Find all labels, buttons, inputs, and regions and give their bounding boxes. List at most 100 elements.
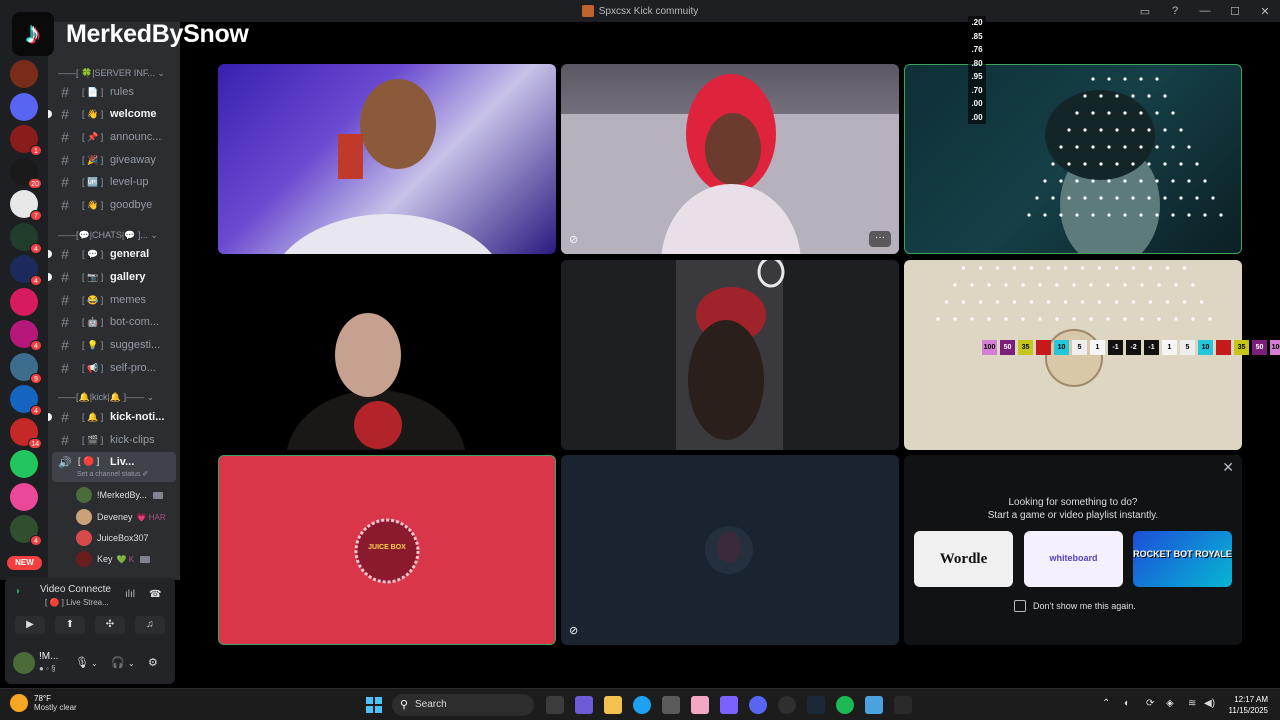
noise-suppression-icon[interactable]: ılıl (125, 589, 135, 600)
channel-kicknoti[interactable]: # [ 🔔 ] kick-noti... (48, 407, 176, 427)
spotify-icon[interactable] (836, 696, 854, 714)
chevron-down-icon[interactable]: ⌄ (128, 659, 135, 668)
server-icon[interactable]: 4 (10, 515, 42, 546)
channel-botcom[interactable]: # [ 🤖 ] bot-com... (52, 312, 176, 332)
video-tile-3[interactable] (904, 64, 1242, 254)
username[interactable]: !M... (39, 651, 58, 662)
voice-member[interactable]: JuiceBox307 (76, 529, 149, 547)
voice-status[interactable]: Video Connecte (40, 584, 111, 595)
channel-giveaway[interactable]: # [ 🎉 ] giveaway (52, 150, 176, 170)
chevron-up-icon[interactable]: ⌃ (1102, 698, 1110, 709)
steam-icon[interactable] (807, 696, 825, 714)
video-tile-1[interactable] (218, 64, 556, 254)
stat-value: .85 (971, 31, 983, 41)
headphones-icon[interactable]: 🎧 (111, 656, 125, 669)
category-kick[interactable]: ——[🔔|kick|🔔 ]—— ⌄ (58, 392, 154, 403)
discord-icon[interactable] (749, 696, 767, 714)
channel-label: kick-noti... (110, 411, 165, 423)
server-icon[interactable]: 7 (10, 190, 42, 221)
channel-announc[interactable]: # [ 📌 ] announc... (52, 127, 176, 147)
server-icon[interactable] (10, 450, 38, 478)
close-icon[interactable]: ✕ (1222, 459, 1234, 476)
server-icon[interactable] (10, 60, 38, 88)
disconnect-icon[interactable]: ☎ (149, 589, 161, 600)
video-tile-6[interactable] (904, 260, 1242, 450)
wifi-icon[interactable]: ≋ (1188, 698, 1196, 709)
category-server-info[interactable]: ——[ 🍀|SERVER INF... ⌄ (58, 68, 165, 79)
game-card-wordle[interactable]: Wordle (914, 531, 1013, 587)
voice-member[interactable]: Key 💚 K (76, 550, 151, 568)
server-icon[interactable]: 14 (10, 417, 42, 449)
voice-member[interactable]: !MerkedBy... (76, 486, 163, 504)
channel-kickclips[interactable]: # [ 🎬 ] kick-clips (52, 430, 176, 450)
minimize-button[interactable]: — (1190, 5, 1220, 17)
tray-icon[interactable]: ◐ (1124, 698, 1130, 709)
server-icon[interactable]: 1 (10, 125, 42, 156)
new-badge[interactable]: NEW (7, 556, 42, 570)
teams-icon[interactable] (575, 696, 593, 714)
channel-memes[interactable]: # [ 😂 ] memes (52, 290, 176, 310)
taskbar-search[interactable]: ⚲ Search (392, 694, 534, 716)
server-icon[interactable]: 9 (10, 352, 42, 384)
app-icon[interactable] (691, 696, 709, 714)
epic-games-icon[interactable] (894, 696, 912, 714)
channel-welcome[interactable]: # [ 👋 ] welcome (48, 104, 176, 124)
avatar[interactable] (13, 652, 35, 674)
stat-value: .76 (971, 45, 983, 54)
channel-general[interactable]: # [ 💬 ] general (48, 244, 176, 264)
channel-rules[interactable]: # [ 📄 ] rules (52, 82, 176, 102)
server-icon[interactable] (10, 287, 38, 316)
channel-status[interactable]: Set a channel status ✐ (77, 470, 148, 478)
task-view-icon[interactable] (546, 696, 564, 714)
game-card-whiteboard[interactable]: whiteboard (1024, 531, 1123, 587)
maximize-button[interactable]: ☐ (1220, 5, 1250, 18)
inbox-icon[interactable]: ▭ (1130, 5, 1160, 18)
server-icon[interactable] (10, 482, 38, 511)
close-button[interactable]: ✕ (1250, 5, 1280, 18)
video-tile-2[interactable]: ⊘ ··· (561, 64, 899, 254)
video-tile-5[interactable] (561, 260, 899, 450)
tray-icon[interactable]: ◈ (1166, 698, 1174, 709)
help-icon[interactable]: ? (1160, 5, 1190, 17)
clock[interactable]: 12:17 AM 11/15/2025 (1229, 694, 1268, 716)
server-icon[interactable] (10, 92, 38, 121)
more-options-icon[interactable]: ··· (869, 231, 891, 247)
server-icon[interactable]: 4 (10, 222, 42, 254)
voice-member[interactable]: Deveney 💗 HAR (76, 508, 166, 526)
game-card-rocket-bot-royale[interactable]: ROCKET BOT ROYALE (1133, 531, 1232, 587)
channel-goodbye[interactable]: # [ 👋 ] goodbye (52, 195, 176, 215)
voice-channel-name[interactable]: [ 🔴 ] Live Strea... (45, 598, 109, 607)
store-icon[interactable] (662, 696, 680, 714)
notepad-icon[interactable] (865, 696, 883, 714)
activities-button[interactable]: ✣ (95, 616, 125, 634)
windows-start-icon[interactable] (366, 697, 382, 713)
video-tile-7[interactable]: JUICE BOX (218, 455, 556, 645)
camera-button[interactable]: ▶ (15, 616, 45, 634)
gear-icon[interactable]: ⚙ (148, 656, 158, 669)
volume-icon[interactable]: ◀) (1204, 698, 1215, 709)
server-icon[interactable]: 4 (10, 385, 42, 416)
server-icon[interactable]: 20 (10, 157, 42, 189)
category-chats[interactable]: ——[💬|CHATS|💬 ]... ⌄ (58, 230, 158, 241)
dont-show-checkbox[interactable] (1014, 600, 1026, 612)
weather-widget[interactable]: 78°F Mostly clear (10, 694, 77, 712)
file-explorer-icon[interactable] (604, 696, 622, 714)
member-name: !MerkedBy... (97, 490, 147, 500)
server-icon[interactable]: 4 (10, 255, 42, 286)
voice-channel-live[interactable]: 🔊 [ 🔴 ] Liv... Set a channel status ✐ (52, 452, 176, 482)
screen-share-button[interactable]: ⬆ (55, 616, 85, 634)
app-icon[interactable] (778, 696, 796, 714)
channel-suggesti[interactable]: # [ 💡 ] suggesti... (52, 335, 176, 355)
channel-levelup[interactable]: # [ 🆙 ] level-up (52, 172, 176, 192)
video-tile-4[interactable] (218, 260, 556, 450)
mic-icon[interactable]: 🎙 (75, 656, 89, 669)
channel-gallery[interactable]: # [ 📷 ] gallery (48, 267, 176, 287)
soundboard-button[interactable]: ♫ (135, 616, 165, 634)
copilot-icon[interactable] (720, 696, 738, 714)
channel-selfpro[interactable]: # [ 📢 ] self-pro... (52, 358, 176, 378)
video-tile-8[interactable]: ⊘ (561, 455, 899, 645)
tray-icon[interactable]: ⟳ (1146, 698, 1154, 709)
server-icon[interactable]: 4 (10, 320, 42, 351)
edge-icon[interactable] (633, 696, 651, 714)
chevron-down-icon[interactable]: ⌄ (91, 659, 98, 668)
